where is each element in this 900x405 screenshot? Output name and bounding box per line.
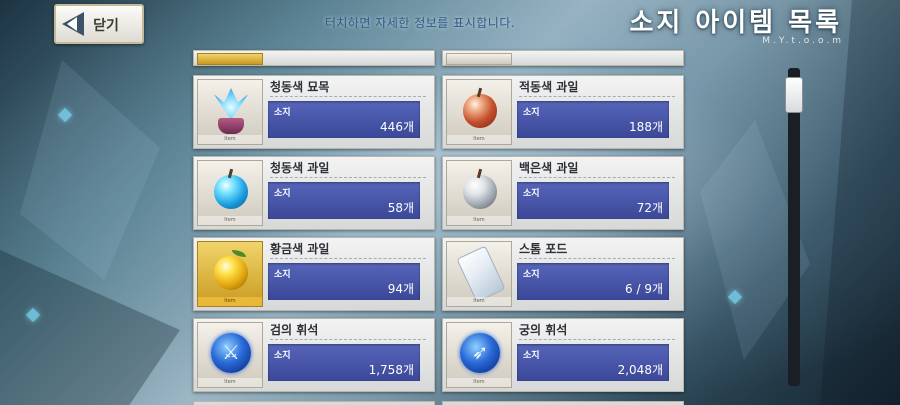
quantity-label: 소지 bbox=[274, 351, 291, 361]
divider bbox=[270, 339, 426, 340]
item-name: 황금색 과일 bbox=[270, 242, 330, 256]
sapling-icon bbox=[214, 88, 248, 120]
archer-gem-icon: ➶ bbox=[460, 333, 500, 373]
saber-gem-icon: ⚔ bbox=[211, 333, 251, 373]
divider bbox=[270, 177, 426, 178]
quantity-label: 소지 bbox=[523, 108, 540, 118]
item-thumbnail: Item bbox=[197, 160, 263, 226]
quantity-value: 72개 bbox=[636, 201, 663, 215]
item-thumbnail: Item bbox=[446, 160, 512, 226]
item-name: 스톰 포드 bbox=[519, 242, 568, 256]
item-card[interactable]: ⚔ Item 검의 휘석 소지 1,758개 bbox=[193, 318, 435, 392]
item-card-partial[interactable] bbox=[442, 50, 684, 66]
quantity-value: 94개 bbox=[387, 282, 414, 296]
quantity-value: 1,758개 bbox=[368, 363, 414, 377]
thumb-footer: Item bbox=[198, 297, 262, 306]
blue-apple-icon bbox=[214, 175, 248, 209]
scrollbar-thumb[interactable] bbox=[785, 77, 803, 114]
divider bbox=[270, 258, 426, 259]
red-apple-icon bbox=[463, 94, 497, 128]
item-card[interactable]: Item 스톰 포드 소지 6 / 9개 bbox=[442, 237, 684, 311]
pot-icon bbox=[218, 118, 244, 134]
item-name: 검의 휘석 bbox=[270, 323, 319, 337]
divider bbox=[519, 339, 675, 340]
item-thumbnail: ⚔ Item bbox=[197, 322, 263, 388]
item-card-partial[interactable] bbox=[193, 401, 435, 405]
item-name: 적동색 과일 bbox=[519, 80, 579, 94]
quantity-panel: 소지 58개 bbox=[268, 182, 420, 219]
background-crystal bbox=[820, 0, 900, 405]
quantity-panel: 소지 6 / 9개 bbox=[517, 263, 669, 300]
item-thumbnail bbox=[446, 53, 512, 65]
quantity-panel: 소지 2,048개 bbox=[517, 344, 669, 381]
quantity-panel: 소지 72개 bbox=[517, 182, 669, 219]
thumb-footer: Item bbox=[198, 216, 262, 225]
divider bbox=[519, 96, 675, 97]
item-list: Item 청동색 묘목 소지 446개 Item 적동색 과일 소지 188개 bbox=[0, 0, 780, 405]
storm-pod-icon bbox=[456, 245, 506, 303]
quantity-panel: 소지 446개 bbox=[268, 101, 420, 138]
item-card[interactable]: Item 황금색 과일 소지 94개 bbox=[193, 237, 435, 311]
item-thumbnail: Item bbox=[197, 79, 263, 145]
quantity-label: 소지 bbox=[523, 189, 540, 199]
sword-glyph: ⚔ bbox=[222, 340, 240, 364]
item-card[interactable]: Item 청동색 과일 소지 58개 bbox=[193, 156, 435, 230]
quantity-value: 58개 bbox=[387, 201, 414, 215]
quantity-value: 188개 bbox=[629, 120, 663, 134]
thumb-footer: Item bbox=[447, 297, 511, 306]
quantity-label: 소지 bbox=[274, 108, 291, 118]
item-list-screen: 닫기 터치하면 자세한 정보를 표시합니다. 소지 아이템 목록 M.Y.t.o… bbox=[0, 0, 900, 405]
scrollbar[interactable] bbox=[785, 68, 803, 386]
item-thumbnail: Item bbox=[446, 241, 512, 307]
item-card[interactable]: Item 백은색 과일 소지 72개 bbox=[442, 156, 684, 230]
quantity-value: 2,048개 bbox=[617, 363, 663, 377]
item-name: 백은색 과일 bbox=[519, 161, 579, 175]
divider bbox=[270, 96, 426, 97]
quantity-value: 6 / 9개 bbox=[625, 282, 663, 296]
quantity-panel: 소지 188개 bbox=[517, 101, 669, 138]
silver-apple-icon bbox=[463, 175, 497, 209]
quantity-panel: 소지 1,758개 bbox=[268, 344, 420, 381]
item-thumbnail bbox=[197, 53, 263, 65]
quantity-label: 소지 bbox=[523, 351, 540, 361]
quantity-label: 소지 bbox=[523, 270, 540, 280]
golden-apple-icon bbox=[214, 256, 248, 290]
thumb-footer: Item bbox=[447, 135, 511, 144]
item-card[interactable]: ➶ Item 궁의 휘석 소지 2,048개 bbox=[442, 318, 684, 392]
item-card-partial[interactable] bbox=[193, 50, 435, 66]
bow-glyph: ➶ bbox=[471, 340, 489, 364]
divider bbox=[519, 258, 675, 259]
item-name: 궁의 휘석 bbox=[519, 323, 568, 337]
item-thumbnail: Item bbox=[197, 241, 263, 307]
item-name: 청동색 과일 bbox=[270, 161, 330, 175]
thumb-footer: Item bbox=[198, 378, 262, 387]
thumb-footer: Item bbox=[198, 135, 262, 144]
quantity-panel: 소지 94개 bbox=[268, 263, 420, 300]
item-thumbnail: Item bbox=[446, 79, 512, 145]
divider bbox=[519, 177, 675, 178]
thumb-footer: Item bbox=[447, 216, 511, 225]
item-thumbnail: ➶ Item bbox=[446, 322, 512, 388]
item-card[interactable]: Item 적동색 과일 소지 188개 bbox=[442, 75, 684, 149]
item-card-partial[interactable] bbox=[442, 401, 684, 405]
item-card[interactable]: Item 청동색 묘목 소지 446개 bbox=[193, 75, 435, 149]
quantity-label: 소지 bbox=[274, 189, 291, 199]
thumb-footer: Item bbox=[447, 378, 511, 387]
quantity-value: 446개 bbox=[380, 120, 414, 134]
quantity-label: 소지 bbox=[274, 270, 291, 280]
item-name: 청동색 묘목 bbox=[270, 80, 330, 94]
